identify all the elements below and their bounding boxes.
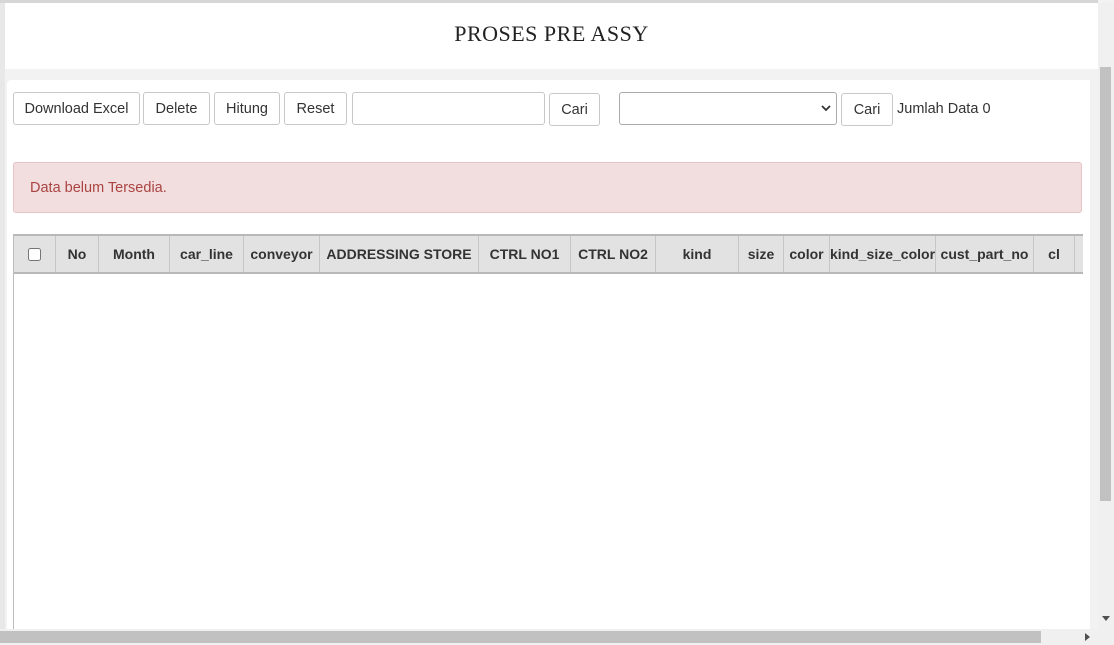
search-input[interactable] xyxy=(352,92,545,125)
column-header[interactable]: car_line xyxy=(170,236,244,272)
left-edge xyxy=(0,3,5,629)
content-card: Download Excel Delete Hitung Reset Cari … xyxy=(7,80,1090,629)
data-count-value: 0 xyxy=(982,101,991,117)
column-header[interactable]: cust_part_no xyxy=(936,236,1034,272)
download-excel-button[interactable]: Download Excel xyxy=(13,92,140,125)
filter-select[interactable] xyxy=(619,92,837,125)
column-header[interactable]: CTRL NO2 xyxy=(571,236,656,272)
reset-button[interactable]: Reset xyxy=(284,92,347,125)
scroll-down-arrow-icon[interactable] xyxy=(1102,616,1110,622)
horizontal-scrollbar[interactable] xyxy=(0,629,1098,645)
page-title: PROSES PRE ASSY xyxy=(454,21,649,46)
alert-message: Data belum Tersedia. xyxy=(30,180,167,196)
data-table: No Month car_line conveyor ADDRESSING ST… xyxy=(13,234,1083,629)
table-header: No Month car_line conveyor ADDRESSING ST… xyxy=(14,234,1083,274)
column-header[interactable]: color xyxy=(784,236,830,272)
column-header-overflow xyxy=(1075,236,1083,272)
select-all-checkbox[interactable] xyxy=(28,247,41,261)
column-header[interactable]: No xyxy=(56,236,99,272)
column-header[interactable]: kind xyxy=(656,236,739,272)
select-all-cell xyxy=(14,236,56,272)
column-header[interactable]: Month xyxy=(99,236,170,272)
data-count: Jumlah Data 0 xyxy=(897,101,991,117)
delete-button[interactable]: Delete xyxy=(143,92,210,125)
horizontal-scroll-thumb[interactable] xyxy=(0,631,1041,643)
page-header: PROSES PRE ASSY xyxy=(5,3,1098,69)
empty-data-alert: Data belum Tersedia. xyxy=(13,162,1082,213)
column-header[interactable]: conveyor xyxy=(244,236,320,272)
vertical-scroll-thumb[interactable] xyxy=(1100,67,1111,501)
search-button[interactable]: Cari xyxy=(549,93,600,126)
filter-search-button[interactable]: Cari xyxy=(841,93,893,126)
column-header[interactable]: cl xyxy=(1034,236,1075,272)
column-header[interactable]: ADDRESSING STORE xyxy=(320,236,479,272)
column-header[interactable]: CTRL NO1 xyxy=(479,236,571,272)
vertical-scrollbar[interactable] xyxy=(1098,3,1114,629)
column-header[interactable]: kind_size_color xyxy=(830,236,936,272)
chevron-down-icon xyxy=(821,105,831,112)
column-header[interactable]: size xyxy=(739,236,784,272)
scrollbar-corner xyxy=(1098,629,1114,645)
hitung-button[interactable]: Hitung xyxy=(214,92,280,125)
scroll-right-arrow-icon[interactable] xyxy=(1085,633,1091,641)
data-count-label: Jumlah Data xyxy=(897,101,979,117)
